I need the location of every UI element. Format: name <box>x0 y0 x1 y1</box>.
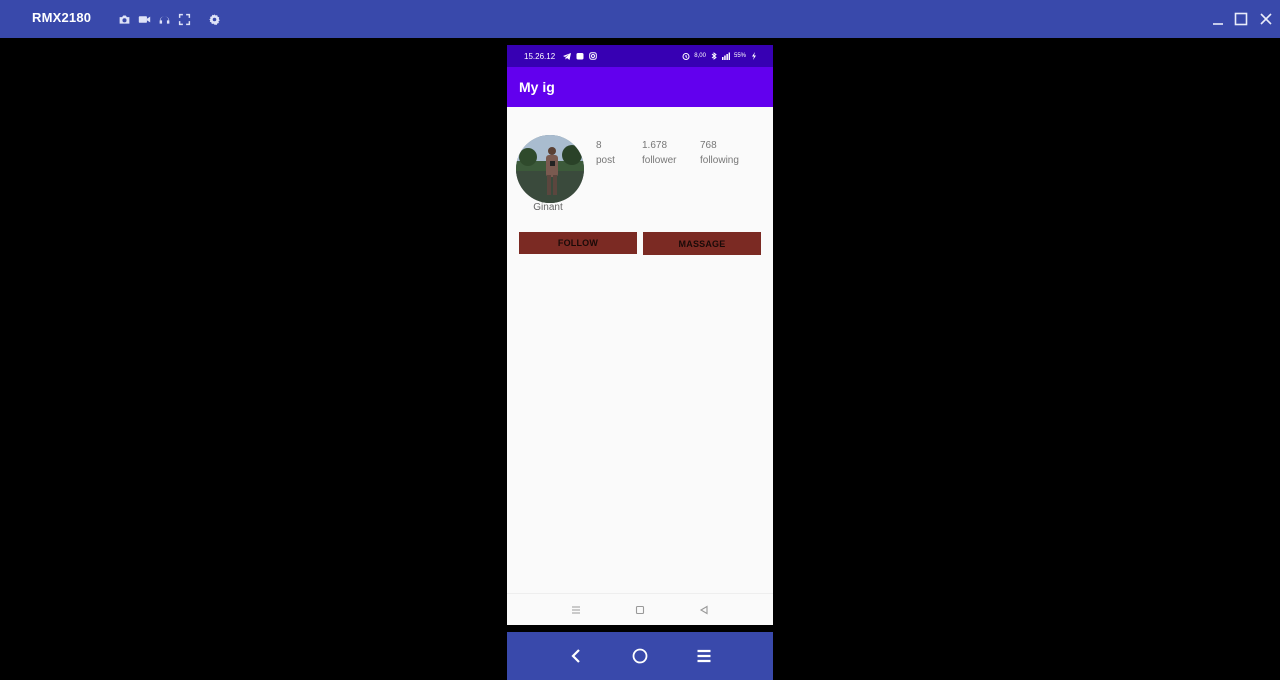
stat-value: 1.678 <box>642 140 668 151</box>
camera-icon[interactable] <box>117 12 131 26</box>
stat-posts: 8 post <box>596 138 615 168</box>
profile-username: Ginant <box>533 202 563 213</box>
maximize-icon[interactable] <box>1232 10 1250 28</box>
stat-following[interactable]: 768 following <box>700 138 739 168</box>
telegram-icon <box>563 52 572 60</box>
message-button[interactable]: MASSAGE <box>643 232 761 255</box>
avatar[interactable] <box>516 135 584 203</box>
toolbar <box>117 12 221 26</box>
menu-icon[interactable] <box>694 646 714 666</box>
home-circle-icon[interactable] <box>630 646 650 666</box>
stat-label: post <box>596 155 615 166</box>
stat-label: follower <box>642 155 677 166</box>
instagram-icon <box>589 52 597 60</box>
stat-followers[interactable]: 1.678 follower <box>642 138 676 168</box>
app-bar: My ig <box>507 67 773 107</box>
data-speed: 8,00 <box>694 53 706 59</box>
close-icon[interactable] <box>1257 10 1275 28</box>
profile-header: Ginant 8 post 1.678 follower 768 followi… <box>507 107 773 267</box>
fullscreen-icon[interactable] <box>177 12 191 26</box>
follow-button[interactable]: FOLLOW <box>519 232 637 254</box>
battery-level: 55% <box>733 53 746 59</box>
phone-screen: 15.26.12 8,00 55% My ig Ginant 8 post 1.… <box>507 45 773 625</box>
window-titlebar: RMX2180 <box>0 0 1280 38</box>
status-time: 15.26.12 <box>524 51 556 61</box>
device-name: RMX2180 <box>32 10 92 25</box>
video-icon[interactable] <box>137 12 151 26</box>
battery-charging-icon <box>750 52 758 60</box>
system-nav-bar <box>507 593 773 625</box>
minimize-icon[interactable] <box>1209 10 1227 28</box>
emulator-controls <box>507 632 773 680</box>
stat-label: following <box>700 155 739 166</box>
headphones-icon[interactable] <box>157 12 171 26</box>
back-arrow-icon[interactable] <box>566 646 586 666</box>
signal-icon <box>721 52 730 60</box>
status-bar: 15.26.12 8,00 55% <box>507 45 773 67</box>
bluetooth-icon <box>710 52 718 60</box>
home-icon[interactable] <box>633 603 647 617</box>
stat-value: 768 <box>700 140 717 151</box>
notification-icon <box>576 52 584 60</box>
stat-value: 8 <box>596 140 602 151</box>
alarm-icon <box>682 52 690 60</box>
app-title: My ig <box>519 79 555 95</box>
settings-icon[interactable] <box>207 12 221 26</box>
status-right: 8,00 55% <box>682 45 758 67</box>
recents-icon[interactable] <box>569 603 583 617</box>
back-icon[interactable] <box>697 603 711 617</box>
